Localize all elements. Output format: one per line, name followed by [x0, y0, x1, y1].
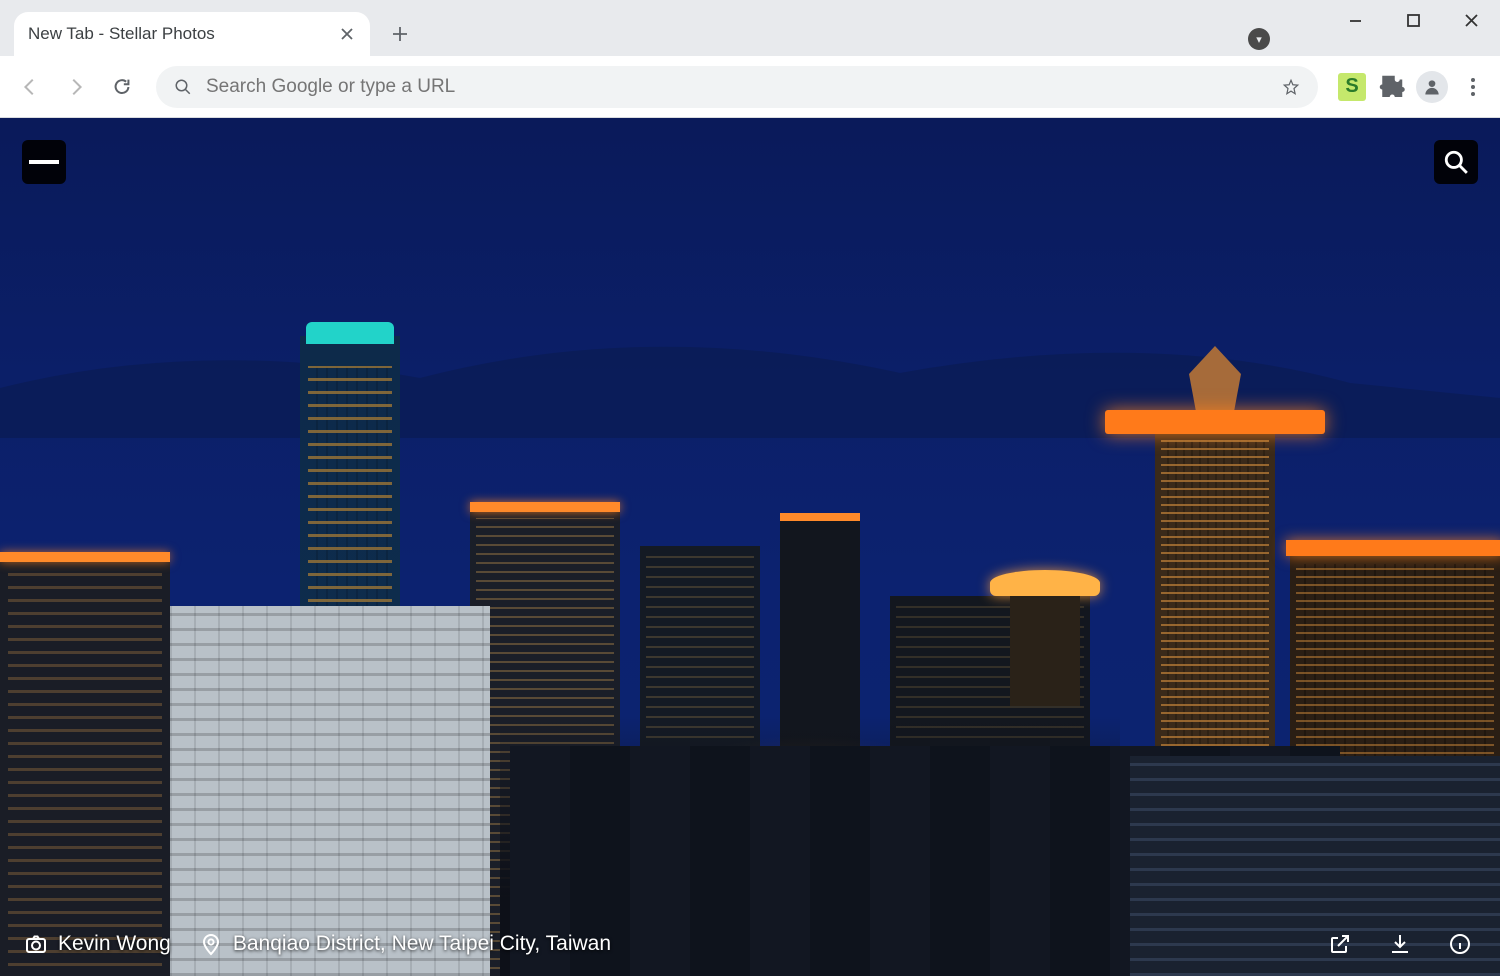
photo-author: Kevin Wong	[58, 932, 171, 956]
plus-icon	[391, 25, 409, 43]
search-icon	[1443, 149, 1469, 175]
window-maximize-button[interactable]	[1384, 0, 1442, 40]
tab-title: New Tab - Stellar Photos	[28, 24, 215, 44]
toolbar: S	[0, 56, 1500, 118]
search-icon	[174, 78, 192, 96]
open-external-button[interactable]	[1324, 928, 1356, 960]
arrow-left-icon	[19, 76, 41, 98]
photo-location: Banqiao District, New Taipei City, Taiwa…	[233, 932, 611, 956]
photo-author-link[interactable]: Kevin Wong	[24, 932, 171, 956]
shield-badge[interactable]: ▾	[1248, 28, 1270, 50]
menu-button[interactable]	[22, 140, 66, 184]
building	[990, 570, 1100, 596]
extensions-button[interactable]	[1376, 72, 1406, 102]
person-icon	[1422, 77, 1442, 97]
info-icon	[1448, 932, 1472, 956]
close-icon	[340, 27, 354, 41]
window-controls	[1326, 0, 1500, 40]
new-tab-button[interactable]	[380, 14, 420, 54]
browser-tab[interactable]: New Tab - Stellar Photos	[14, 12, 370, 56]
external-link-icon	[1328, 932, 1352, 956]
browser-menu-button[interactable]	[1458, 72, 1488, 102]
titlebar: New Tab - Stellar Photos ▾	[0, 0, 1500, 56]
camera-icon	[24, 932, 48, 956]
info-button[interactable]	[1444, 928, 1476, 960]
nav-forward-button[interactable]	[58, 69, 94, 105]
nav-back-button[interactable]	[12, 69, 48, 105]
search-button[interactable]	[1434, 140, 1478, 184]
shield-icon: ▾	[1256, 33, 1262, 46]
omnibox[interactable]	[156, 66, 1318, 108]
bookmark-star-button[interactable]	[1282, 78, 1300, 96]
window-close-button[interactable]	[1442, 0, 1500, 40]
skyline	[0, 118, 1500, 976]
hamburger-icon	[29, 160, 59, 164]
photo-location-link[interactable]: Banqiao District, New Taipei City, Taiwa…	[199, 932, 611, 956]
location-pin-icon	[199, 932, 223, 956]
nav-reload-button[interactable]	[104, 69, 140, 105]
omnibox-input[interactable]	[206, 76, 1268, 98]
download-icon	[1388, 932, 1412, 956]
extension-s-button[interactable]: S	[1338, 73, 1366, 101]
download-button[interactable]	[1384, 928, 1416, 960]
profile-button[interactable]	[1416, 71, 1448, 103]
window-minimize-button[interactable]	[1326, 0, 1384, 40]
page-content: Kevin Wong Banqiao District, New Taipei …	[0, 118, 1500, 976]
puzzle-icon	[1376, 72, 1406, 102]
photo-info-bar: Kevin Wong Banqiao District, New Taipei …	[0, 912, 1500, 976]
arrow-right-icon	[65, 76, 87, 98]
tab-close-button[interactable]	[338, 25, 356, 43]
reload-icon	[111, 76, 133, 98]
